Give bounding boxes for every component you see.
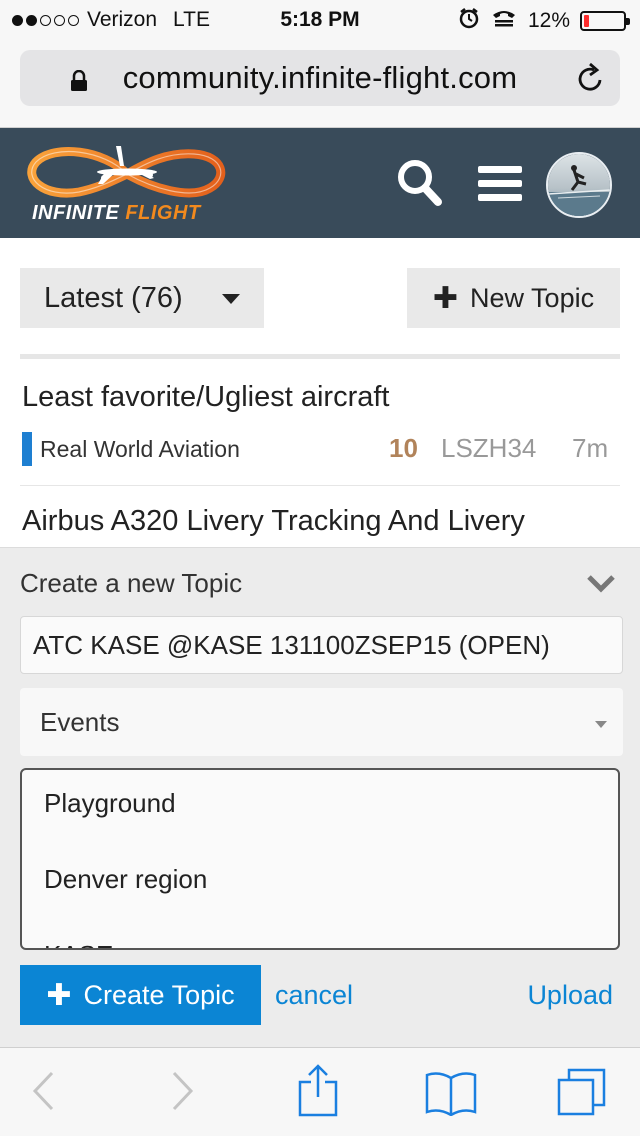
caret-down-icon — [222, 294, 240, 304]
lock-icon — [70, 69, 88, 97]
alarm-clock-icon — [458, 7, 480, 35]
search-icon[interactable] — [396, 156, 444, 213]
topic-title-link[interactable]: Airbus A320 Livery Tracking And Livery — [22, 505, 525, 538]
cancel-link[interactable]: cancel — [275, 980, 353, 1011]
latest-filter-label: Latest (76) — [44, 281, 183, 314]
plus-icon: ✚ — [432, 281, 459, 315]
topic-title-field[interactable]: ATC KASE @KASE 131100ZSEP15 (OPEN) — [20, 616, 623, 674]
collapse-chevron-icon[interactable] — [586, 574, 616, 599]
last-poster[interactable]: LSZH34 — [441, 433, 536, 464]
create-topic-button[interactable]: ✚ Create Topic — [20, 965, 261, 1025]
battery-percent: 12% — [527, 9, 570, 32]
category-select-value: Events — [40, 706, 120, 737]
list-divider — [20, 354, 620, 359]
topic-list-controls: Latest (76) ✚ New Topic — [20, 268, 620, 328]
plus-icon: ✚ — [46, 978, 72, 1012]
new-topic-label: New Topic — [470, 282, 595, 313]
status-bar: Verizon LTE 5:18 PM 12% — [0, 0, 640, 40]
carrier-info: Verizon LTE — [12, 8, 210, 32]
address-bar[interactable]: community.infinite-flight.com — [20, 50, 620, 106]
body-line: Playground — [44, 788, 176, 818]
infinite-flight-logo[interactable]: INFINITE FLIGHT — [24, 142, 230, 226]
tabs-icon[interactable] — [556, 1066, 608, 1123]
url-text: community.infinite-flight.com — [122, 60, 518, 95]
share-icon[interactable] — [297, 1064, 339, 1123]
bookmarks-icon[interactable] — [424, 1070, 478, 1121]
browser-address-area: community.infinite-flight.com — [0, 40, 640, 128]
topic-title-link[interactable]: Least favorite/Ugliest aircraft — [22, 381, 389, 414]
new-topic-button[interactable]: ✚ New Topic — [407, 268, 620, 328]
forward-icon[interactable] — [170, 1070, 196, 1117]
browser-toolbar — [0, 1047, 640, 1136]
category-select[interactable]: Events — [20, 688, 623, 756]
upload-link[interactable]: Upload — [527, 980, 613, 1011]
back-icon[interactable] — [30, 1070, 56, 1117]
composer-panel: Create a new Topic ATC KASE @KASE 131100… — [0, 547, 640, 1047]
topic-body-textarea[interactable]: Playground Denver region KASE — [20, 768, 620, 950]
hamburger-menu-icon[interactable] — [478, 166, 522, 207]
caret-down-icon — [595, 721, 607, 728]
logo-text-infinite: INFINITE — [32, 202, 120, 224]
user-avatar[interactable] — [546, 152, 612, 218]
battery-icon — [580, 11, 630, 31]
carrier-name: Verizon — [87, 8, 158, 31]
forum-header: INFINITE FLIGHT — [0, 128, 640, 238]
network-type: LTE — [173, 8, 211, 31]
reply-count[interactable]: 10 — [389, 433, 418, 464]
body-line: Denver region — [44, 864, 208, 894]
signal-strength-icon — [12, 14, 79, 26]
reload-icon[interactable] — [576, 62, 606, 99]
category-color-bar — [22, 432, 32, 466]
tty-icon — [490, 7, 518, 35]
logo-text-flight: FLIGHT — [125, 202, 201, 224]
category-badge[interactable]: Real World Aviation — [40, 436, 240, 463]
composer-heading: Create a new Topic — [20, 568, 243, 598]
create-topic-label: Create Topic — [83, 979, 235, 1010]
latest-filter-dropdown[interactable]: Latest (76) — [20, 268, 264, 328]
body-line: KASE — [44, 940, 113, 948]
row-divider — [20, 485, 620, 486]
topic-age[interactable]: 7m — [572, 433, 608, 464]
